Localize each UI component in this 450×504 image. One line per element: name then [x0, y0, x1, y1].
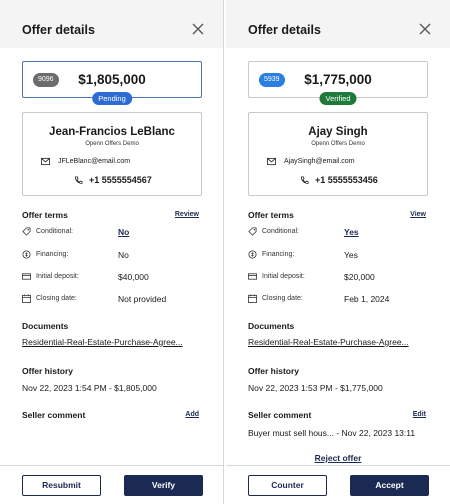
- term-label: Conditional:: [36, 228, 73, 235]
- email-row: JFLeBlanc@email.com: [41, 157, 130, 166]
- term-deposit: Initial deposit: $40,000: [22, 272, 211, 284]
- close-icon[interactable]: [418, 22, 432, 36]
- offer-price: $1,805,000: [78, 72, 146, 87]
- status-badge: Pending: [92, 92, 132, 105]
- seller-comment-heading: Seller comment: [22, 410, 86, 420]
- term-value: Yes: [344, 250, 358, 260]
- term-label: Closing date:: [36, 295, 77, 302]
- panel-footer: Counter Accept: [226, 465, 450, 504]
- deposit-icon: [248, 273, 257, 280]
- offer-history-heading: Offer history: [248, 366, 300, 376]
- edit-comment-link[interactable]: Edit: [413, 411, 426, 418]
- price-card: 9096 $1,805,000 Pending: [22, 61, 202, 105]
- term-value: Not provided: [118, 294, 167, 304]
- panel-header: Offer details: [0, 0, 223, 48]
- seller-comment-text: Buyer must sell hous... - Nov 22, 2023 1…: [248, 428, 416, 438]
- buyer-phone[interactable]: +1 5555554567: [89, 175, 152, 185]
- price-card: 5939 $1,775,000 Verified: [248, 61, 428, 105]
- offer-price: $1,775,000: [304, 72, 372, 87]
- panel-title: Offer details: [248, 23, 321, 37]
- resubmit-button[interactable]: Resubmit: [22, 475, 101, 496]
- conditional-value-link[interactable]: No: [118, 227, 129, 237]
- term-value: $40,000: [118, 272, 149, 282]
- review-terms-link[interactable]: Review: [175, 211, 199, 218]
- term-label: Initial deposit:: [36, 273, 79, 280]
- view-terms-link[interactable]: View: [410, 211, 426, 218]
- term-closing-date: Closing date: Feb 1, 2024: [248, 294, 438, 306]
- term-value: $20,000: [344, 272, 375, 282]
- counter-button[interactable]: Counter: [248, 475, 327, 496]
- term-label: Initial deposit:: [262, 273, 305, 280]
- term-conditional: Conditional: Yes: [248, 227, 438, 239]
- reject-offer-link[interactable]: Reject offer: [226, 453, 450, 463]
- accept-button[interactable]: Accept: [350, 475, 429, 496]
- calendar-icon: [248, 294, 257, 303]
- financing-icon: [248, 250, 257, 259]
- buyer-name: Ajay Singh: [308, 126, 368, 138]
- buyer-email[interactable]: AjaySingh@email.com: [284, 158, 355, 165]
- documents-heading: Documents: [22, 321, 69, 331]
- offer-terms-heading: Offer terms: [248, 210, 294, 220]
- phone-row: +1 5555554567: [74, 175, 152, 185]
- mail-icon: [267, 157, 276, 166]
- deposit-icon: [22, 273, 31, 280]
- conditional-icon: [22, 227, 31, 236]
- term-financing: Financing: Yes: [248, 250, 438, 262]
- conditional-value-link[interactable]: Yes: [344, 227, 359, 237]
- offer-terms-heading: Offer terms: [22, 210, 68, 220]
- panel-footer: Resubmit Verify: [0, 465, 223, 504]
- conditional-icon: [248, 227, 257, 236]
- document-link[interactable]: Residential-Real-Estate-Purchase-Agree..…: [22, 337, 207, 347]
- calendar-icon: [22, 294, 31, 303]
- term-value: Feb 1, 2024: [344, 294, 390, 304]
- documents-heading: Documents: [248, 321, 295, 331]
- term-closing-date: Closing date: Not provided: [22, 294, 211, 306]
- buyer-organization: Openn Offers Demo: [311, 141, 365, 147]
- phone-icon: [300, 175, 309, 184]
- buyer-name: Jean-Francios LeBlanc: [49, 126, 175, 138]
- add-comment-link[interactable]: Add: [185, 411, 199, 418]
- verify-button[interactable]: Verify: [124, 475, 203, 496]
- document-link[interactable]: Residential-Real-Estate-Purchase-Agree..…: [248, 337, 433, 347]
- term-label: Financing:: [36, 251, 69, 258]
- term-label: Financing:: [262, 251, 295, 258]
- offer-history-heading: Offer history: [22, 366, 74, 376]
- status-badge: Verified: [319, 92, 357, 105]
- offer-history-entry: Nov 22, 2023 1:54 PM - $1,805,000: [22, 383, 157, 393]
- buyer-phone[interactable]: +1 5555553456: [315, 175, 378, 185]
- seller-comment-heading: Seller comment: [248, 410, 312, 420]
- term-value: No: [118, 250, 129, 260]
- phone-icon: [74, 175, 83, 184]
- offer-panel-left: Offer details 9096 $1,805,000 Pending Je…: [0, 0, 224, 504]
- panel-title: Offer details: [22, 23, 95, 37]
- close-icon[interactable]: [191, 22, 205, 36]
- buyer-card: Jean-Francios LeBlanc Openn Offers Demo …: [22, 112, 202, 196]
- buyer-email[interactable]: JFLeBlanc@email.com: [58, 158, 130, 165]
- offer-history-entry: Nov 22, 2023 1:53 PM - $1,775,000: [248, 383, 383, 393]
- term-label: Conditional:: [262, 228, 299, 235]
- phone-row: +1 5555553456: [300, 175, 378, 185]
- term-conditional: Conditional: No: [22, 227, 211, 239]
- term-deposit: Initial deposit: $20,000: [248, 272, 438, 284]
- panel-header: Offer details: [226, 0, 450, 48]
- buyer-organization: Openn Offers Demo: [85, 141, 139, 147]
- buyer-card: Ajay Singh Openn Offers Demo AjaySingh@e…: [248, 112, 428, 196]
- mail-icon: [41, 157, 50, 166]
- email-row: AjaySingh@email.com: [267, 157, 355, 166]
- term-financing: Financing: No: [22, 250, 211, 262]
- offer-panel-right: Offer details 5939 $1,775,000 Verified A…: [226, 0, 450, 504]
- financing-icon: [22, 250, 31, 259]
- term-label: Closing date:: [262, 295, 303, 302]
